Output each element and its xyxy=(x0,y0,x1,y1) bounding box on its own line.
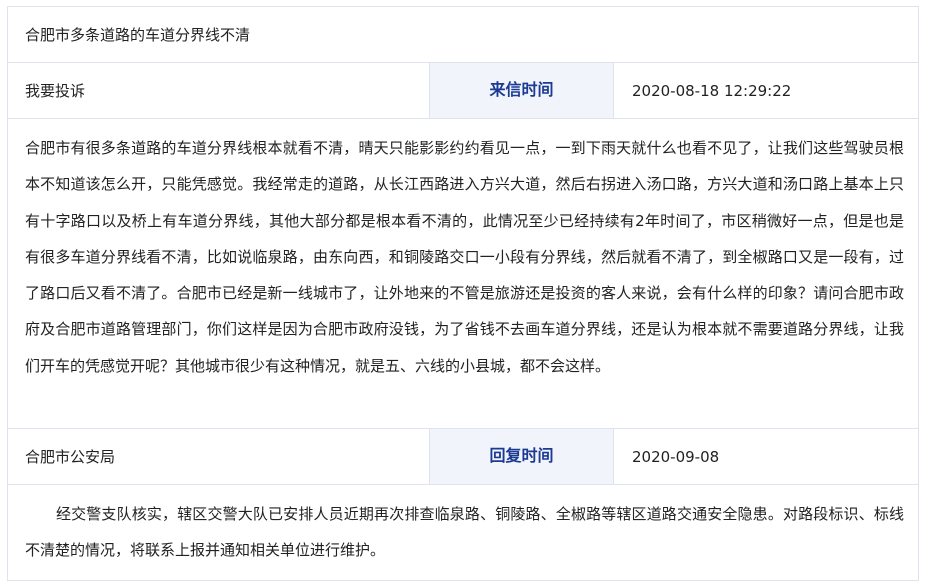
reply-meta-row: 合肥市公安局 回复时间 2020-09-08 xyxy=(8,429,918,485)
reply-time-label: 回复时间 xyxy=(489,446,554,465)
complaint-content: 合肥市有很多条道路的车道分界线根本就看不清，晴天只能影影约约看见一点，一到下雨天… xyxy=(25,139,904,375)
complaint-content-row: 合肥市有很多条道路的车道分界线根本就看不清，晴天只能影影约约看见一点，一到下雨天… xyxy=(8,119,918,429)
complaint-type-cell: 我要投诉 xyxy=(8,63,430,118)
letter-time-label: 来信时间 xyxy=(489,80,554,99)
letter-time-label-cell: 来信时间 xyxy=(430,63,614,118)
reply-time-label-cell: 回复时间 xyxy=(430,429,614,484)
complaint-meta-row: 我要投诉 来信时间 2020-08-18 12:29:22 xyxy=(8,63,918,119)
reply-time-value-cell: 2020-09-08 xyxy=(614,429,918,484)
reply-content-row: 经交警支队核实，辖区交警大队已安排人员近期再次排查临泉路、铜陵路、全椒路等辖区道… xyxy=(8,485,918,582)
letter-time-value-cell: 2020-08-18 12:29:22 xyxy=(614,63,918,118)
message-title: 合肥市多条道路的车道分界线不清 xyxy=(25,26,251,44)
reply-time-value: 2020-09-08 xyxy=(632,448,720,466)
reply-department-cell: 合肥市公安局 xyxy=(8,429,430,484)
reply-department: 合肥市公安局 xyxy=(25,448,116,466)
letter-time-value: 2020-08-18 12:29:22 xyxy=(632,82,792,100)
title-row: 合肥市多条道路的车道分界线不清 xyxy=(8,7,918,63)
message-detail-table: 合肥市多条道路的车道分界线不清 我要投诉 来信时间 2020-08-18 12:… xyxy=(7,6,919,581)
reply-content: 经交警支队核实，辖区交警大队已安排人员近期再次排查临泉路、铜陵路、全椒路等辖区道… xyxy=(25,505,904,560)
complaint-type-label: 我要投诉 xyxy=(25,82,86,100)
